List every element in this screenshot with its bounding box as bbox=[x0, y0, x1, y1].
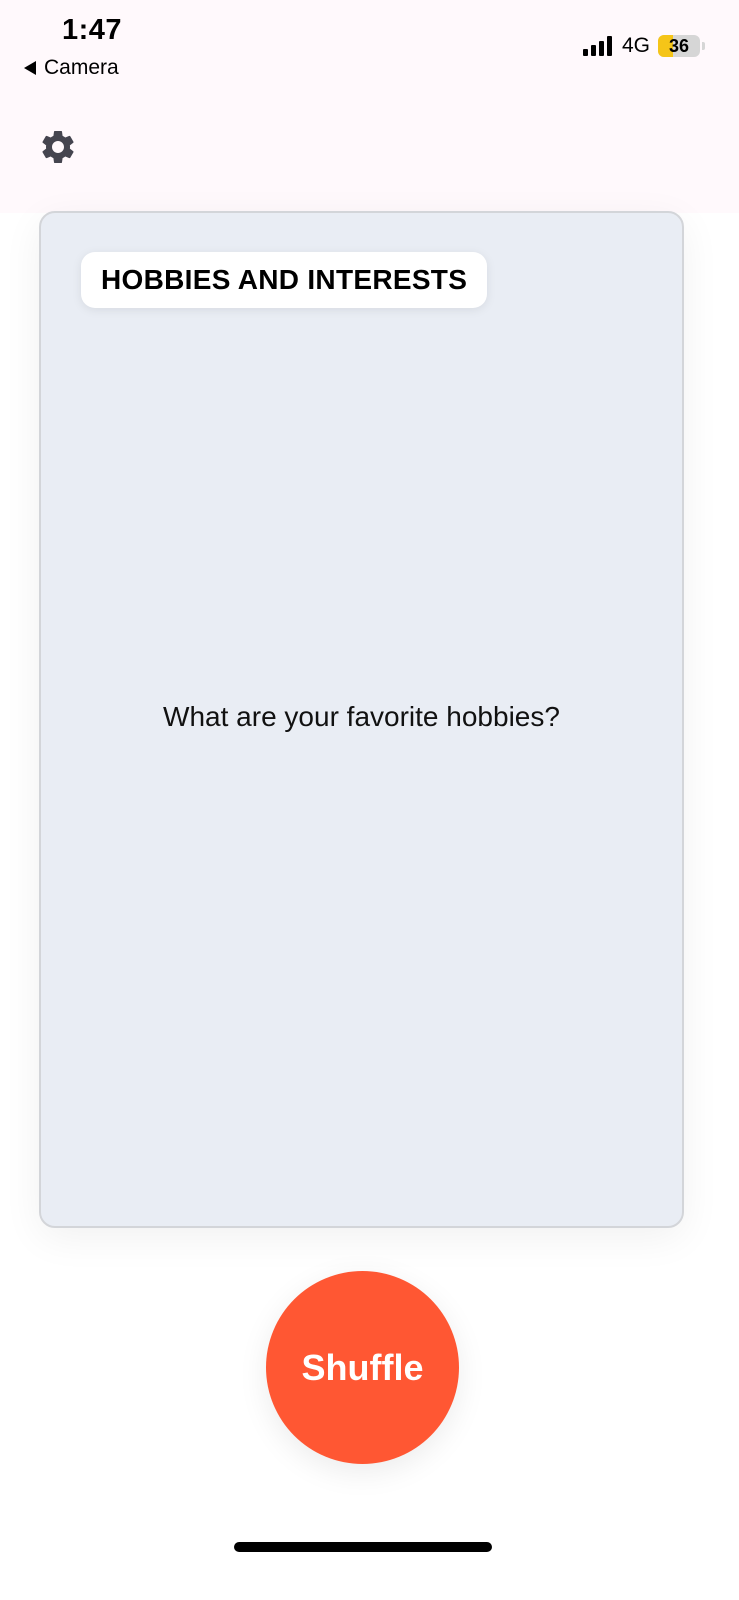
status-indicators: 4G 36 bbox=[582, 34, 705, 58]
battery-icon: 36 bbox=[658, 35, 700, 57]
home-indicator[interactable] bbox=[234, 1542, 492, 1552]
question-text: What are your favorite hobbies? bbox=[163, 701, 560, 732]
back-arrow-icon bbox=[24, 61, 36, 75]
question-card[interactable]: HOBBIES AND INTERESTS What are your favo… bbox=[39, 211, 684, 1228]
cellular-signal-icon bbox=[582, 36, 612, 56]
category-label: HOBBIES AND INTERESTS bbox=[81, 252, 488, 308]
battery-nub bbox=[702, 42, 705, 50]
back-to-camera-link[interactable]: Camera bbox=[24, 56, 119, 80]
back-label: Camera bbox=[44, 56, 119, 79]
battery-level: 36 bbox=[668, 36, 690, 56]
app-screen: 1:47 Camera 4G 36 HOBBIES AND INTERESTS … bbox=[0, 0, 739, 1600]
shuffle-button[interactable]: Shuffle bbox=[266, 1271, 459, 1464]
gear-icon bbox=[42, 131, 74, 163]
network-type: 4G bbox=[621, 34, 650, 57]
settings-button[interactable] bbox=[38, 127, 78, 167]
status-time: 1:47 bbox=[62, 14, 123, 46]
header-area: 1:47 Camera 4G 36 bbox=[0, 0, 739, 213]
